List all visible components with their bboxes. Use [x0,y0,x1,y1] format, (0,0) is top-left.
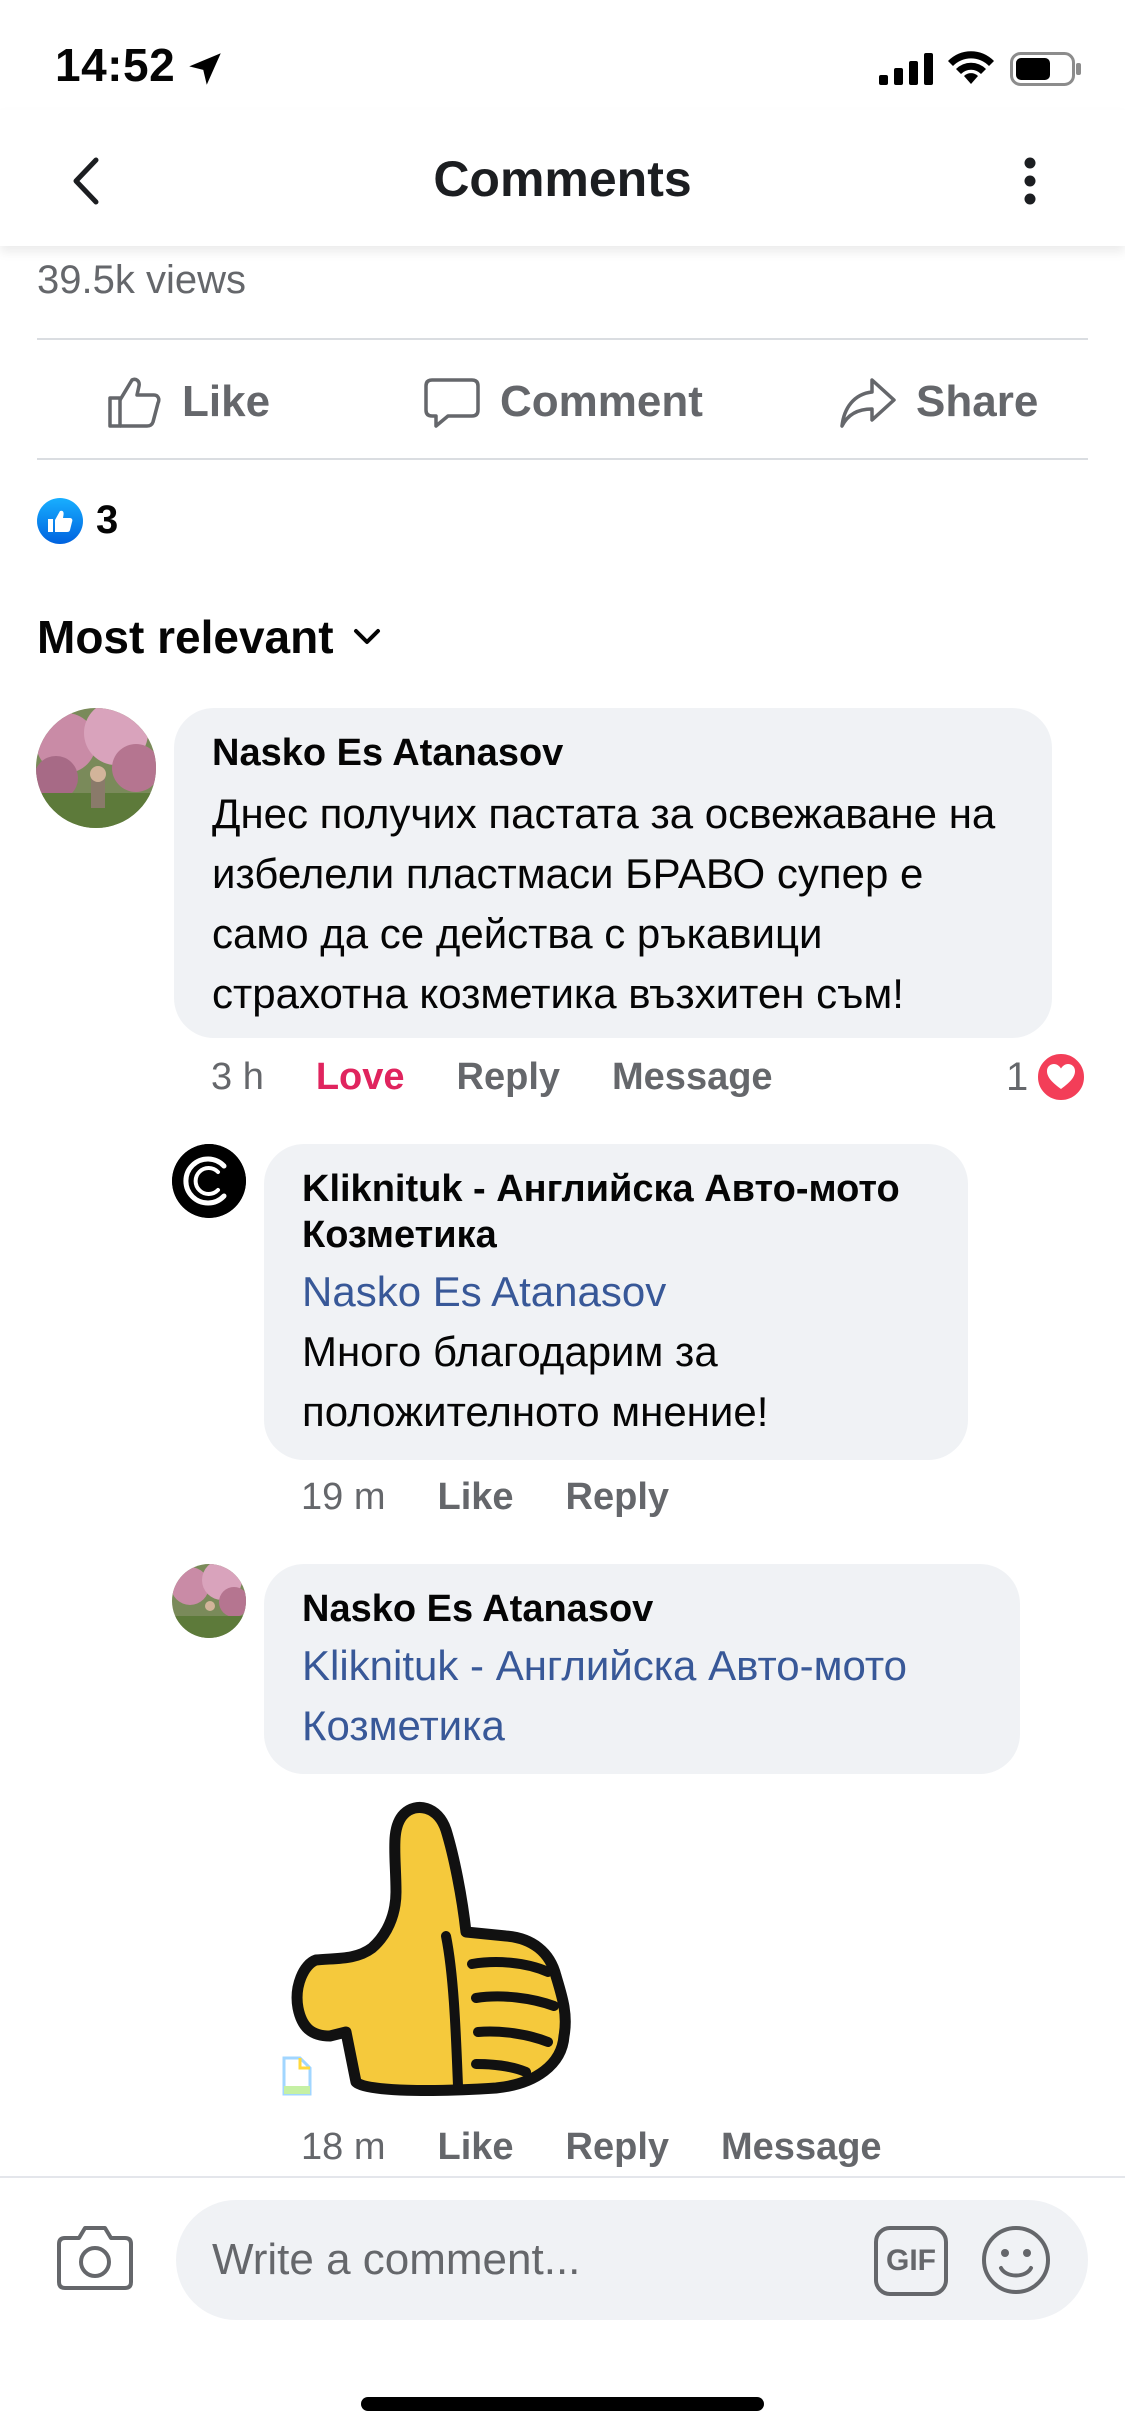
comment-label: Comment [500,377,703,426]
reply-button[interactable]: Reply [566,2126,669,2169]
reply-actions: 18 m Like Reply Message [301,2126,882,2169]
page-title: Comments [433,151,692,207]
reaction-count[interactable]: 3 [96,498,118,543]
emoji-icon[interactable] [980,2224,1052,2296]
comment-reaction-count: 1 [1006,1054,1029,1099]
mention-link[interactable]: Kliknituk - Английска Авто-мото Козметик… [302,1636,982,1756]
message-button[interactable]: Message [612,1056,773,1099]
reply-author[interactable]: Nasko Es Atanasov [302,1586,982,1632]
avatar-photo [172,1564,246,1638]
wifi-icon [948,51,994,84]
avatar[interactable] [172,1564,246,1638]
comment-bubble-icon [424,378,480,428]
kliknituk-logo [172,1144,246,1218]
reply-bubble: Kliknituk - Английска Авто-мото Козметик… [264,1144,968,1460]
status-time: 14:52 [55,39,176,91]
header-bar: Comments [0,110,1125,246]
mention-link[interactable]: Nasko Es Atanasov [302,1262,930,1322]
comment-time: 3 h [211,1056,264,1098]
like-reaction-icon[interactable] [37,498,83,544]
more-options-icon[interactable] [1022,156,1038,206]
share-arrow-icon [840,378,896,428]
comment-button[interactable]: Comment [422,370,703,434]
view-count: 39.5k views [37,258,246,302]
chevron-down-icon [353,629,380,644]
sort-dropdown[interactable]: Most relevant [37,610,382,664]
sticker-source-icon [282,2056,312,2096]
reply-actions: 19 m Like Reply [301,1476,669,1519]
like-button[interactable]: Like [104,370,270,434]
reply-author[interactable]: Kliknituk - Английска Авто-мото Козметик… [302,1166,930,1258]
comment-actions: 3 h Love Reply Message [211,1056,773,1099]
battery-icon [1010,52,1081,86]
comment-author[interactable]: Nasko Es Atanasov [212,730,1014,776]
cellular-signal-icon [879,53,933,85]
share-button[interactable]: Share [838,370,1038,434]
avatar[interactable] [172,1144,246,1218]
reply-bubble: Nasko Es Atanasov Kliknituk - Английска … [264,1564,1020,1774]
comment-reaction-summary[interactable]: 1 [1006,1052,1087,1102]
divider [37,338,1088,340]
reply-text: Много благодарим за положителното мнение… [302,1328,769,1435]
sort-label: Most relevant [37,611,334,663]
reply-time: 19 m [301,1476,386,1518]
thumbs-up-icon [108,377,161,428]
comment-input[interactable] [176,2200,1088,2320]
like-button[interactable]: Like [437,2126,513,2169]
divider [37,458,1088,460]
comment-composer: GIF [0,2176,1125,2324]
reply-button[interactable]: Reply [457,1056,560,1099]
love-reaction-icon [1036,1052,1087,1102]
reply-time: 18 m [301,2126,386,2168]
home-indicator [361,2397,764,2411]
like-label: Like [182,377,271,426]
gif-label: GIF [886,2244,936,2277]
thumbs-up-sticker[interactable] [286,1796,572,2096]
location-arrow-icon [189,53,221,85]
love-reaction-button[interactable]: Love [316,1056,405,1099]
reply-button[interactable]: Reply [566,1476,669,1519]
comment-bubble: Nasko Es Atanasov Днес получих пастата з… [174,708,1052,1038]
gif-icon[interactable]: GIF [874,2226,948,2296]
camera-icon[interactable] [57,2224,133,2290]
like-button[interactable]: Like [437,1476,513,1519]
share-label: Share [916,377,1039,426]
avatar-photo [36,708,156,828]
avatar[interactable] [36,708,156,828]
message-button[interactable]: Message [721,2126,882,2169]
comment-text: Днес получих пастата за освежаване на из… [212,790,996,1017]
